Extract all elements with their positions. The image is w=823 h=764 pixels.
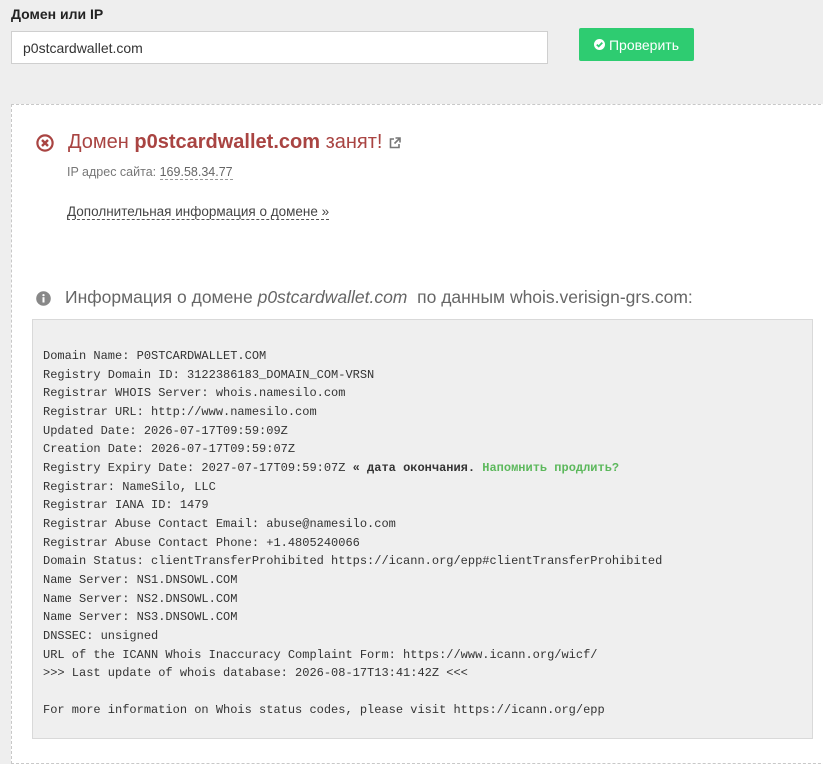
check-button[interactable]: Проверить xyxy=(579,28,694,61)
check-circle-icon xyxy=(593,39,605,50)
whois-line: Name Server: NS2.DNSOWL.COM xyxy=(43,591,238,606)
whois-line: Updated Date: 2026-07-17T09:59:09Z xyxy=(43,423,288,438)
status-row: Домен p0stcardwallet.com занят! xyxy=(36,131,402,154)
ip-row: IP адрес сайта: 169.58.34.77 xyxy=(67,165,233,180)
whois-line: Registrar: NameSilo, LLC xyxy=(43,479,216,494)
whois-line: Registrar IANA ID: 1479 xyxy=(43,498,209,513)
whois-line: Registry Domain ID: 3122386183_DOMAIN_CO… xyxy=(43,367,375,382)
whois-line: For more information on Whois status cod… xyxy=(43,703,605,718)
result-panel: Домен p0stcardwallet.com занят! IP адрес… xyxy=(11,104,823,764)
busy-x-icon xyxy=(36,133,54,152)
whois-expiry-line: Registry Expiry Date: 2027-07-17T09:59:0… xyxy=(43,459,802,478)
info-icon xyxy=(36,290,51,306)
ip-label: IP адрес сайта: xyxy=(67,165,157,179)
status-text: Домен p0stcardwallet.com занят! xyxy=(68,131,382,154)
whois-record: Domain Name: P0STCARDWALLET.COM Registry… xyxy=(32,319,813,739)
whois-heading: Информация о домене p0stcardwallet.com п… xyxy=(36,287,693,308)
whois-line: Domain Name: P0STCARDWALLET.COM xyxy=(43,349,267,363)
whois-line: DNSSEC: unsigned xyxy=(43,628,159,643)
whois-heading-prefix: Информация о домене xyxy=(65,287,253,307)
whois-line: >>> Last update of whois database: 2026-… xyxy=(43,666,468,681)
whois-line: URL of the ICANN Whois Inaccuracy Compla… xyxy=(43,647,598,662)
whois-line: Registrar Abuse Contact Phone: +1.480524… xyxy=(43,535,360,550)
more-info-link[interactable]: Дополнительная информация о домене » xyxy=(67,204,330,220)
check-button-label: Проверить xyxy=(608,36,679,53)
whois-line: Registrar URL: http://www.namesilo.com xyxy=(43,404,317,419)
ip-value[interactable]: 169.58.34.77 xyxy=(159,165,233,180)
remind-renew-link[interactable]: Напомнить продлить? xyxy=(482,461,619,475)
whois-line: Creation Date: 2026-07-17T09:59:07Z xyxy=(43,442,296,457)
whois-line: Registry Expiry Date: 2027-07-17T09:59:0… xyxy=(43,460,346,475)
domain-form-label: Домен или IP xyxy=(11,6,104,22)
status-domain: p0stcardwallet.com xyxy=(134,131,320,153)
whois-line: Name Server: NS3.DNSOWL.COM xyxy=(43,610,238,625)
status-prefix: Домен xyxy=(68,131,129,153)
whois-blank-line xyxy=(43,683,802,702)
external-link-icon[interactable] xyxy=(388,136,402,150)
whois-line: Registrar WHOIS Server: whois.namesilo.c… xyxy=(43,386,346,401)
whois-line: Registrar Abuse Contact Email: abuse@nam… xyxy=(43,516,396,531)
whois-line: Domain Status: clientTransferProhibited … xyxy=(43,554,663,569)
expiry-note: « дата окончания. xyxy=(345,460,476,475)
status-suffix: занят! xyxy=(325,131,383,153)
domain-input[interactable] xyxy=(11,31,548,64)
whois-heading-suffix: по данным whois.verisign-grs.com: xyxy=(417,287,693,307)
whois-heading-domain: p0stcardwallet.com xyxy=(257,287,408,307)
whois-line: Name Server: NS1.DNSOWL.COM xyxy=(43,572,238,587)
